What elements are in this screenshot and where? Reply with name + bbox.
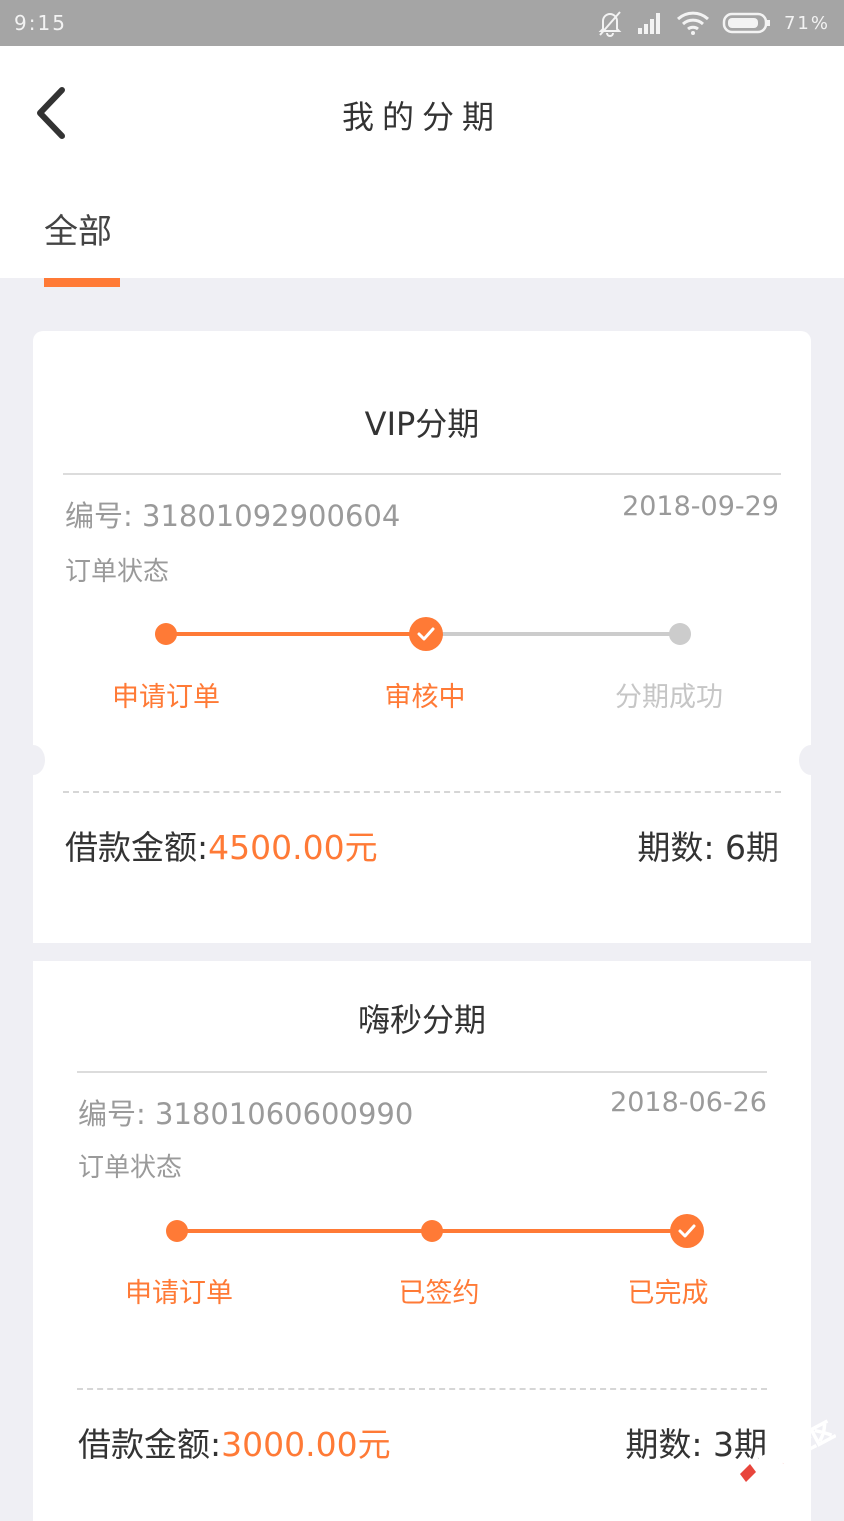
step-dot-pending (669, 623, 691, 645)
step-dot-current (670, 1214, 704, 1248)
progress-line-pending (425, 632, 680, 636)
loan-amount-label: 借款金额: (65, 828, 209, 867)
watermark-logo: 卡农社区 (740, 1417, 836, 1482)
order-date: 2018-09-29 (622, 491, 779, 522)
card-dashed-divider (63, 791, 781, 793)
order-status-label: 订单状态 (65, 557, 170, 587)
bell-off-icon (598, 11, 622, 37)
installment-periods: 期数: 6期 (637, 828, 779, 867)
step-dot-done (166, 1220, 188, 1242)
step-dot-current (409, 617, 443, 651)
step-dot-done (155, 623, 177, 645)
product-name: VIP分期 (364, 405, 480, 443)
check-icon (678, 1224, 696, 1238)
order-number: 编号: 31801092900604 (65, 499, 401, 533)
svg-text:卡农社区: 卡农社区 (749, 1417, 836, 1481)
progress-line-complete (166, 632, 425, 636)
status-time: 9:15 (14, 11, 67, 35)
tab-all[interactable]: 全部 (44, 204, 112, 253)
check-icon (417, 627, 435, 641)
loan-amount-value: 3000.00元 (221, 1425, 391, 1464)
order-status-label: 订单状态 (78, 1153, 183, 1183)
loan-amount: 借款金额:3000.00元 (78, 1418, 391, 1466)
step-label: 已签约 (398, 1278, 480, 1309)
wifi-icon (676, 11, 710, 35)
page-title: 我的分期 (341, 98, 502, 136)
status-bar: 9:15 71% (0, 0, 844, 46)
card-notch-left (21, 745, 45, 775)
step-label: 分期成功 (615, 682, 723, 713)
order-date: 2018-06-26 (610, 1087, 767, 1118)
signal-icon (637, 13, 660, 34)
step-label: 申请订单 (112, 682, 220, 713)
tab-active-indicator (44, 278, 120, 287)
battery-percent: 71% (783, 12, 830, 34)
status-icons: 71% (596, 8, 830, 38)
product-name: 嗨秒分期 (357, 1001, 486, 1039)
order-number: 编号: 31801060600990 (78, 1097, 414, 1131)
loan-amount: 借款金额:4500.00元 (65, 821, 378, 869)
step-label: 审核中 (384, 682, 466, 713)
page-header: 我的分期 全部 (0, 46, 844, 278)
order-card[interactable]: 嗨秒分期 编号: 31801060600990 2018-06-26 订单状态 … (33, 961, 811, 1521)
card-notch-right (799, 745, 823, 775)
loan-amount-value: 4500.00元 (208, 828, 378, 867)
battery-icon (722, 12, 770, 34)
card-dashed-divider (77, 1388, 767, 1390)
order-card[interactable]: VIP分期 编号: 31801092900604 2018-09-29 订单状态… (33, 331, 811, 943)
step-dot-done (421, 1220, 443, 1242)
step-label: 已完成 (627, 1278, 709, 1309)
card-divider (77, 1071, 767, 1073)
step-label: 申请订单 (125, 1278, 233, 1309)
loan-amount-label: 借款金额: (78, 1425, 222, 1464)
card-divider (63, 473, 781, 475)
